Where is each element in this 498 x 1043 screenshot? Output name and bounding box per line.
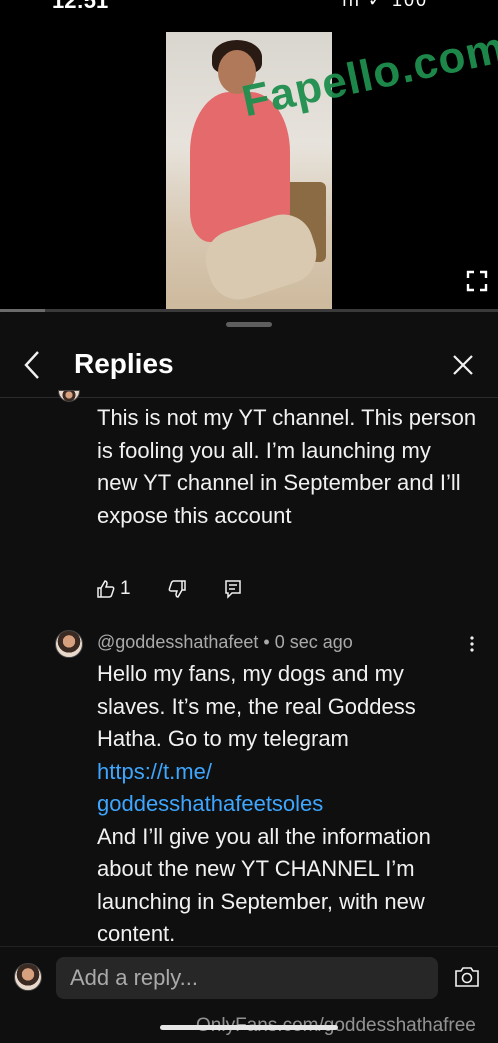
chevron-left-icon[interactable] bbox=[20, 348, 46, 382]
replies-header: Replies bbox=[0, 332, 498, 398]
reply-meta-separator: • bbox=[263, 632, 270, 652]
parent-comment-text: This is not my YT channel. This person i… bbox=[97, 405, 477, 528]
parent-comment-avatar[interactable] bbox=[58, 390, 80, 402]
reply-author[interactable]: @goddesshathafeet bbox=[97, 632, 258, 652]
camera-icon[interactable] bbox=[454, 965, 480, 989]
reply-input[interactable] bbox=[56, 957, 438, 999]
thumbs-up-icon bbox=[97, 580, 115, 598]
video-player[interactable]: Fapello.com bbox=[0, 32, 498, 312]
telegram-link-part-2: goddesshathafeetsoles bbox=[97, 791, 324, 816]
dislike-button[interactable] bbox=[167, 579, 187, 599]
status-time: 12:51 bbox=[52, 0, 109, 13]
status-bar: 12:51 ıll ✓ 100 bbox=[0, 0, 498, 32]
page-title: Replies bbox=[74, 348, 174, 379]
telegram-link[interactable]: https://t.me/goddesshathafeetsoles bbox=[97, 759, 323, 817]
reply-author-avatar[interactable] bbox=[55, 630, 83, 658]
home-indicator[interactable] bbox=[160, 1025, 338, 1030]
reply-text-outro: And I’ll give you all the information ab… bbox=[97, 823, 431, 947]
current-user-avatar[interactable] bbox=[14, 963, 42, 991]
parent-comment-actions: 1 bbox=[96, 574, 279, 604]
close-icon[interactable] bbox=[450, 350, 476, 380]
replies-sheet: Replies This is not my YT channel. This … bbox=[0, 312, 498, 1043]
comment-icon bbox=[224, 580, 241, 599]
telegram-link-part-1: https://t.me/ bbox=[97, 758, 212, 784]
status-indicators: ıll ✓ 100 bbox=[341, 0, 428, 10]
reply-timestamp: 0 sec ago bbox=[274, 632, 353, 652]
drag-handle[interactable] bbox=[226, 322, 272, 327]
more-vertical-icon[interactable] bbox=[468, 634, 476, 654]
reply-meta: @goddesshathafeet • 0 sec ago bbox=[97, 632, 353, 653]
thumbs-down-icon bbox=[168, 580, 186, 598]
reply-input-bar: OnlyFans.com/goddesshathafree bbox=[0, 946, 498, 1043]
reply-button[interactable] bbox=[223, 579, 243, 599]
reply-text-intro: Hello my fans, my dogs and my slaves. It… bbox=[97, 661, 416, 751]
reply-text: Hello my fans, my dogs and my slaves. It… bbox=[97, 658, 477, 951]
like-button[interactable]: 1 bbox=[96, 578, 131, 600]
fullscreen-icon[interactable] bbox=[466, 270, 488, 292]
like-count: 1 bbox=[120, 578, 131, 599]
